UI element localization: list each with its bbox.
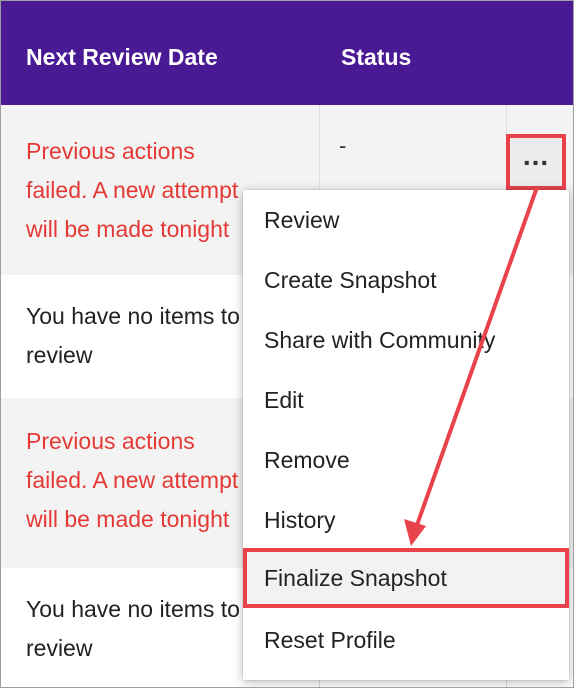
- cell-line: Previous actions: [26, 138, 195, 164]
- menu-item-finalize-snapshot[interactable]: Finalize Snapshot: [243, 548, 569, 608]
- menu-item-share-with-community[interactable]: Share with Community: [243, 310, 569, 370]
- status-cell: -: [339, 133, 347, 158]
- menu-item-remove[interactable]: Remove: [243, 430, 569, 490]
- menu-item-edit[interactable]: Edit: [243, 370, 569, 430]
- row-actions-menu: Review Create Snapshot Share with Commun…: [243, 190, 569, 680]
- table-header: Next Review Date Status: [1, 1, 573, 105]
- menu-item-create-snapshot[interactable]: Create Snapshot: [243, 250, 569, 310]
- column-header-next-review-date[interactable]: Next Review Date: [26, 1, 218, 105]
- menu-item-reset-profile[interactable]: Reset Profile: [243, 610, 569, 670]
- column-header-status[interactable]: Status: [341, 1, 411, 105]
- row-actions-button[interactable]: ...: [506, 134, 566, 190]
- ellipsis-icon: ...: [522, 140, 550, 171]
- screenshot-frame: Next Review Date Status Previous actions…: [0, 0, 574, 688]
- menu-item-history[interactable]: History: [243, 490, 569, 550]
- menu-item-review[interactable]: Review: [243, 190, 569, 250]
